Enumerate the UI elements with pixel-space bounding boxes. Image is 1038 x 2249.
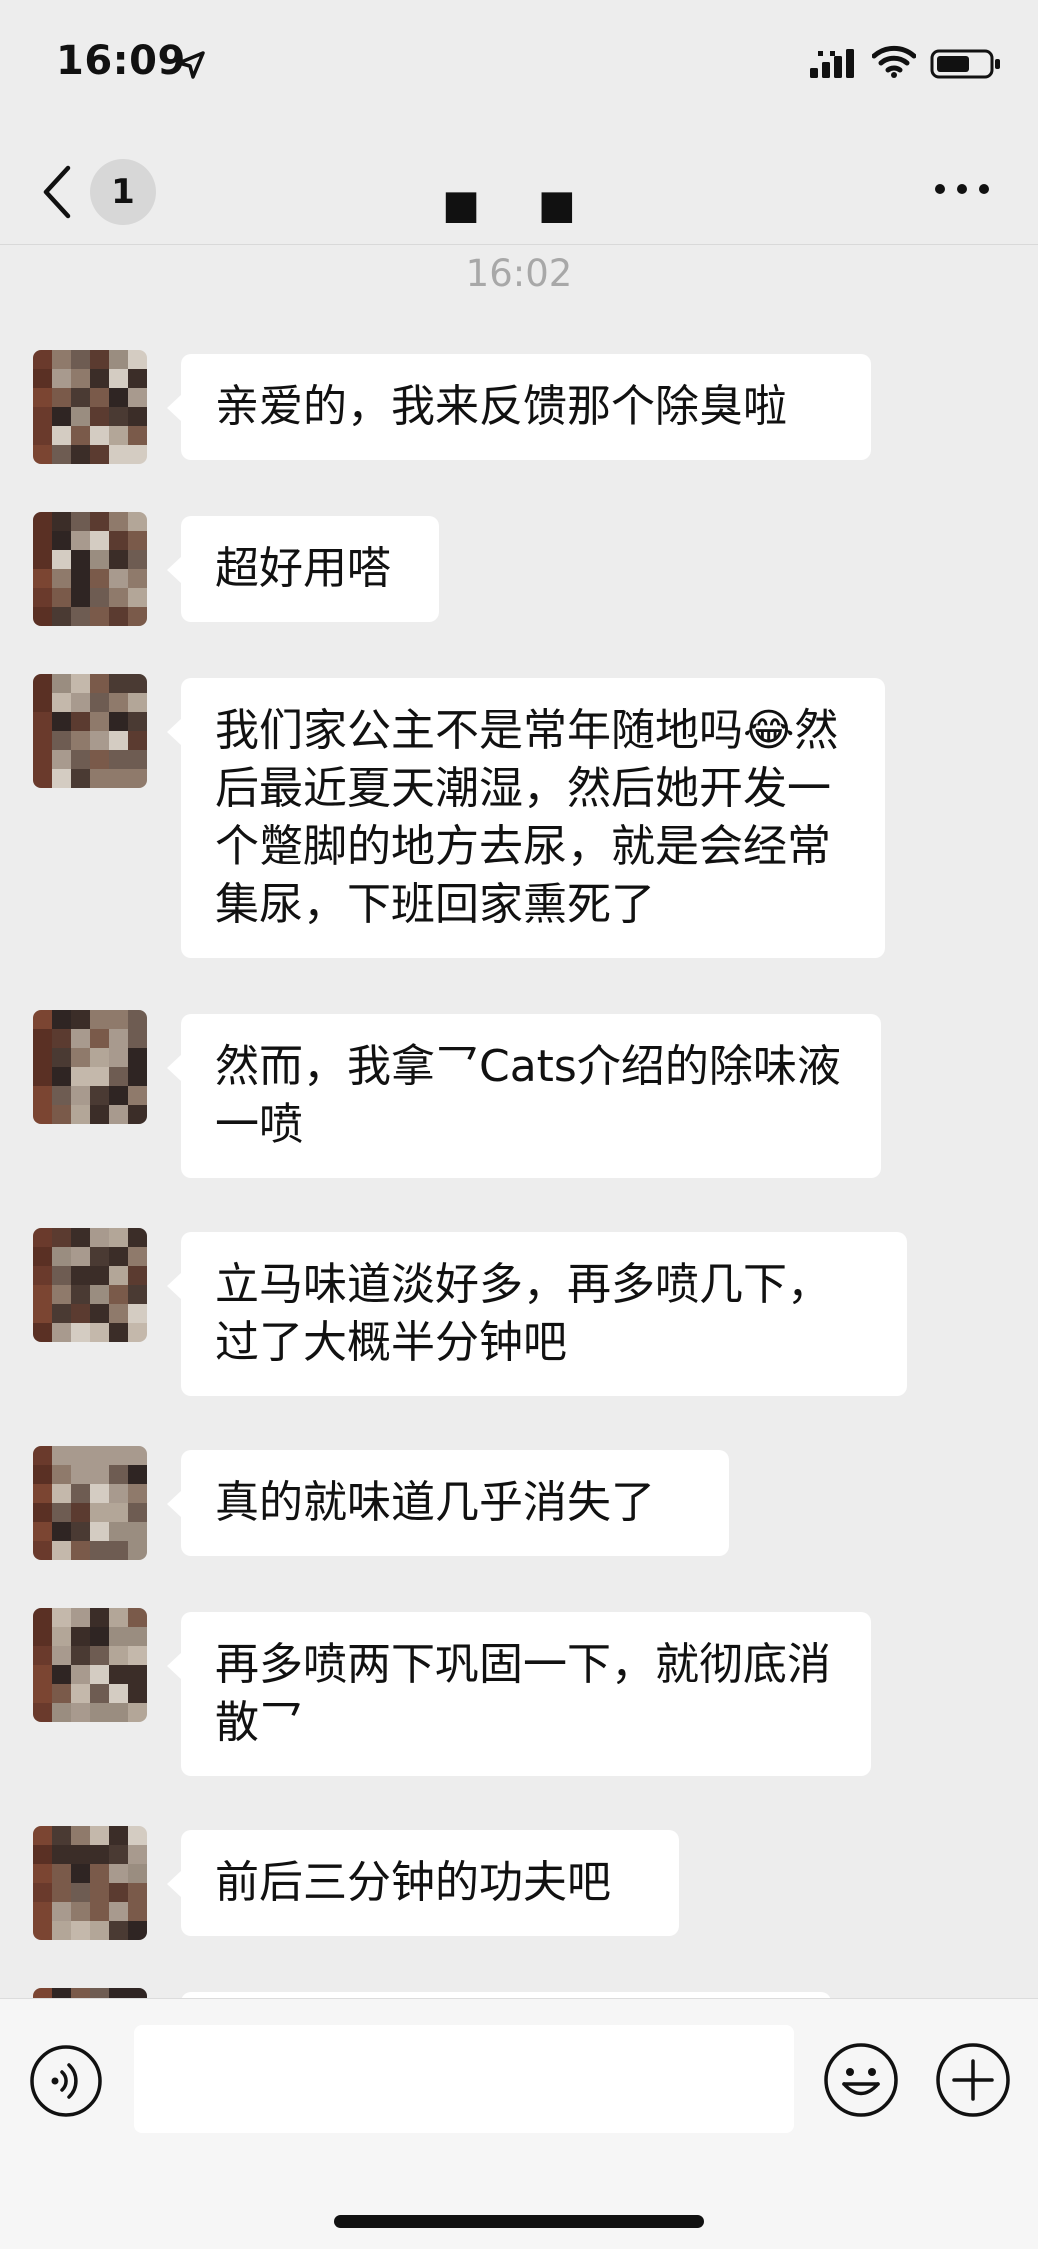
message-bubble[interactable]: 真的就味道几乎消失了: [167, 1450, 729, 1556]
chat-title: ■ ■: [442, 182, 598, 228]
message-timestamp: 16:02: [465, 252, 573, 295]
home-indicator: [334, 2215, 704, 2228]
emoji-icon[interactable]: [822, 2041, 900, 2119]
avatar[interactable]: [33, 1010, 147, 1124]
message-bubble[interactable]: 立马味道淡好多，再多喷几下，过了大概半分钟吧: [167, 1232, 907, 1396]
voice-input-icon[interactable]: [28, 2043, 104, 2119]
status-time: 16:09: [56, 38, 186, 84]
message-bubble[interactable]: 超好用嗒: [167, 516, 439, 622]
chat-input-bar: [0, 1998, 1038, 2249]
chat-header: 1 ■ ■: [0, 130, 1038, 245]
location-arrow-icon: [177, 51, 205, 79]
avatar[interactable]: [33, 512, 147, 626]
avatar[interactable]: [33, 1228, 147, 1342]
message-bubble[interactable]: 前后三分钟的功夫吧: [167, 1830, 679, 1936]
avatar[interactable]: [33, 1826, 147, 1940]
message-bubble[interactable]: 然而，我拿乛Cats介绍的除味液一喷: [167, 1014, 881, 1178]
unread-count-badge: 1: [90, 159, 156, 225]
wifi-icon: [872, 45, 916, 78]
battery-icon: [930, 49, 1000, 79]
message-input[interactable]: [134, 2025, 794, 2133]
avatar[interactable]: [33, 350, 147, 464]
message-bubble[interactable]: 亲爱的，我来反馈那个除臭啦: [167, 354, 871, 460]
back-button[interactable]: 1: [40, 154, 180, 230]
chevron-left-icon: [43, 165, 71, 219]
cellular-signal-icon: [810, 49, 854, 78]
message-bubble[interactable]: 我们家公主不是常年随地吗😂然后最近夏天潮湿，然后她开发一个蹩脚的地方去尿，就是会…: [167, 678, 885, 958]
message-bubble[interactable]: 再多喷两下巩固一下，就彻底消散乛: [167, 1612, 871, 1776]
avatar[interactable]: [33, 674, 147, 788]
more-options-icon[interactable]: [932, 174, 992, 204]
avatar[interactable]: [33, 1446, 147, 1560]
add-attachment-icon[interactable]: [934, 2041, 1012, 2119]
avatar[interactable]: [33, 1608, 147, 1722]
status-bar: 16:09: [0, 0, 1038, 130]
